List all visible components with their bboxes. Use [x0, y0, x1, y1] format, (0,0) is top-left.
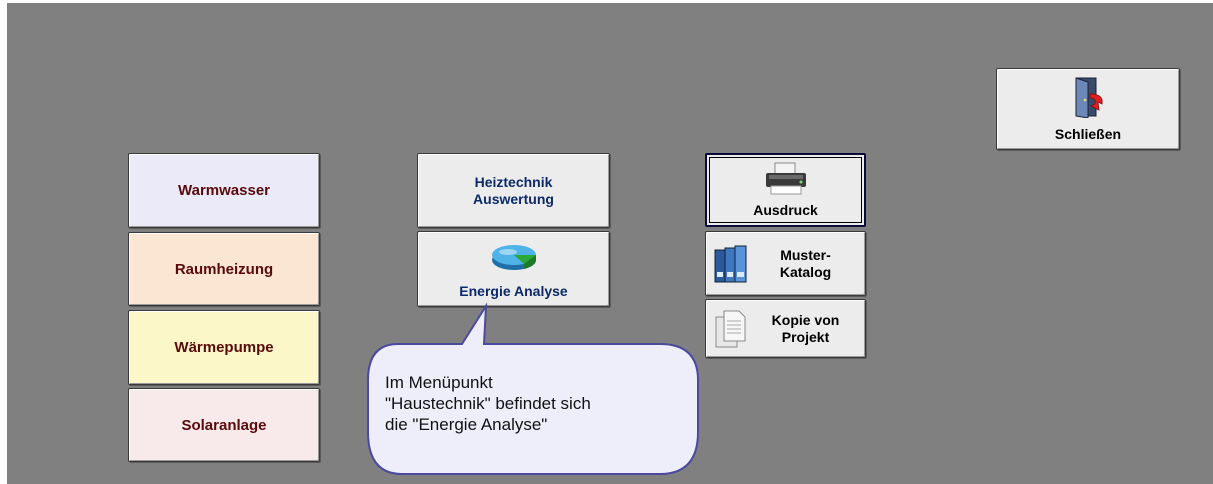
printer-icon — [763, 162, 809, 200]
waermepumpe-label: Wärmepumpe — [174, 339, 274, 356]
ausdruck-button[interactable]: Ausdruck — [705, 153, 866, 227]
callout-text: Im Menüpunkt "Haustechnik" befindet sich… — [385, 372, 685, 435]
raumheizung-button[interactable]: Raumheizung — [128, 232, 320, 306]
warmwasser-label: Warmwasser — [178, 182, 270, 199]
exit-door-icon — [1070, 76, 1106, 122]
muster-label-line1: Muster- — [780, 246, 831, 263]
energie-analyse-button[interactable]: Energie Analyse — [417, 231, 610, 307]
ausdruck-label: Ausdruck — [753, 202, 818, 218]
heiztechnik-auswertung-button[interactable]: Heiztechnik Auswertung — [417, 153, 610, 228]
callout-line3: die "Energie Analyse" — [385, 415, 548, 434]
kopie-von-projekt-label: Kopie von Projekt — [752, 312, 859, 346]
energie-analyse-label: Energie Analyse — [459, 283, 568, 299]
callout-line1: Im Menüpunkt — [385, 373, 493, 392]
kopie-von-projekt-button[interactable]: Kopie von Projekt — [705, 299, 866, 358]
schliessen-label: Schließen — [1054, 126, 1122, 142]
solaranlage-label: Solaranlage — [181, 416, 267, 434]
waermepumpe-button[interactable]: Wärmepumpe — [128, 310, 320, 385]
solaranlage-button[interactable]: Solaranlage — [128, 388, 320, 462]
muster-katalog-button[interactable]: Muster- Katalog — [705, 231, 866, 296]
kopie-label-line2: Projekt — [781, 328, 830, 345]
schliessen-button[interactable]: Schließen — [996, 68, 1180, 150]
copy-documents-icon — [710, 309, 752, 349]
muster-label-line2: Katalog — [779, 263, 832, 280]
raumheizung-label: Raumheizung — [174, 260, 274, 278]
callout-line2: "Haustechnik" befindet sich — [385, 394, 591, 413]
warmwasser-button[interactable]: Warmwasser — [128, 153, 320, 228]
pie-chart-icon — [490, 241, 538, 277]
muster-katalog-label: Muster- Katalog — [752, 247, 859, 281]
heiztechnik-label-line1: Heiztechnik — [474, 173, 553, 190]
heiztechnik-label-line2: Auswertung — [473, 190, 554, 207]
kopie-label-line1: Kopie von — [771, 311, 840, 328]
binders-icon — [710, 244, 752, 284]
